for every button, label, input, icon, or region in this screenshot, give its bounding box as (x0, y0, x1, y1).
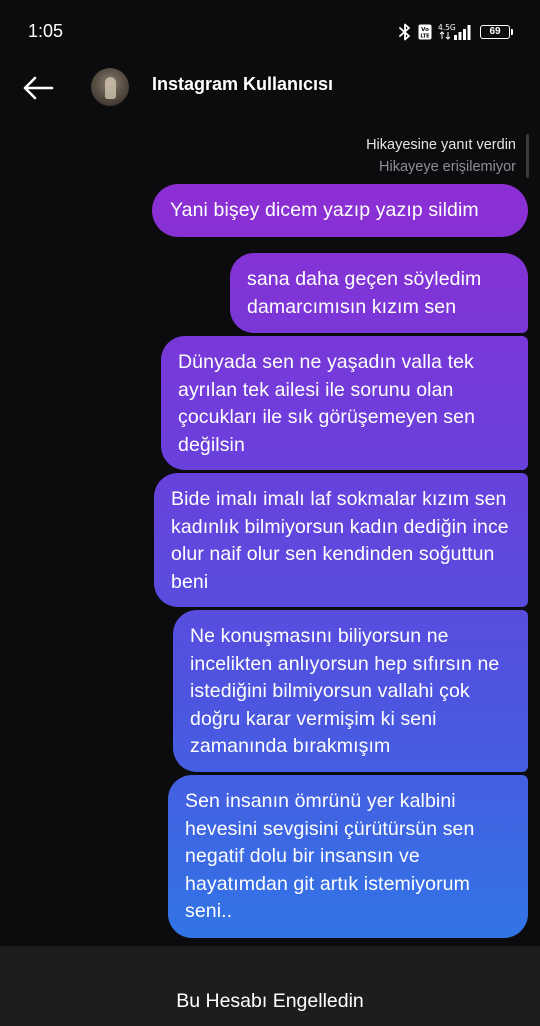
status-bar: 1:05 Vo LTE 4.5G 69 (0, 0, 540, 60)
blocked-text: Bu Hesabı Engelledin (176, 990, 364, 1012)
avatar[interactable] (91, 68, 129, 106)
instagram-dm-screen: 1:05 Vo LTE 4.5G 69 Instagram Kullanıcıs… (0, 0, 540, 1026)
chat-title[interactable]: Instagram Kullanıcısı (152, 74, 333, 95)
message-bubble[interactable]: Ne konuşmasını biliyorsun ne incelikten … (173, 610, 528, 772)
arrow-left-icon (23, 76, 54, 100)
battery-icon: 69 (480, 25, 513, 39)
message-bubble[interactable]: Dünyada sen ne yaşadın valla tek ayrılan… (161, 336, 528, 470)
story-reply-subtitle: Hikayeye erişilemiyor (379, 159, 516, 175)
status-time: 1:05 (28, 21, 64, 41)
battery-level: 69 (489, 26, 501, 37)
back-button[interactable] (20, 72, 56, 104)
status-icons: Vo LTE 4.5G 69 (398, 21, 513, 43)
svg-text:LTE: LTE (420, 34, 430, 40)
story-reply-title: Hikayesine yanıt verdin (366, 137, 516, 153)
bluetooth-icon (398, 23, 412, 41)
message-bubble[interactable]: sana daha geçen söyledim damarcımısın kı… (230, 253, 528, 333)
svg-text:Vo: Vo (421, 27, 429, 33)
blocked-banner: Bu Hesabı Engelledin (0, 946, 540, 1026)
message-bubble[interactable]: Bide imalı imalı laf sokmalar kızım sen … (154, 473, 528, 607)
story-reply-bar (526, 134, 529, 178)
chat-header: Instagram Kullanıcısı (0, 60, 540, 116)
volte-icon: Vo LTE (418, 24, 432, 40)
message-bubble[interactable]: Yani bişey dicem yazıp yazıp sildim (152, 184, 528, 237)
message-bubble[interactable]: Sen insanın ömrünü yer kalbini hevesini … (168, 775, 528, 938)
story-reply-context: Hikayesine yanıt verdin Hikayeye erişile… (366, 134, 516, 178)
signal-icon: 4.5G (438, 23, 472, 41)
svg-text:4.5G: 4.5G (438, 23, 456, 32)
